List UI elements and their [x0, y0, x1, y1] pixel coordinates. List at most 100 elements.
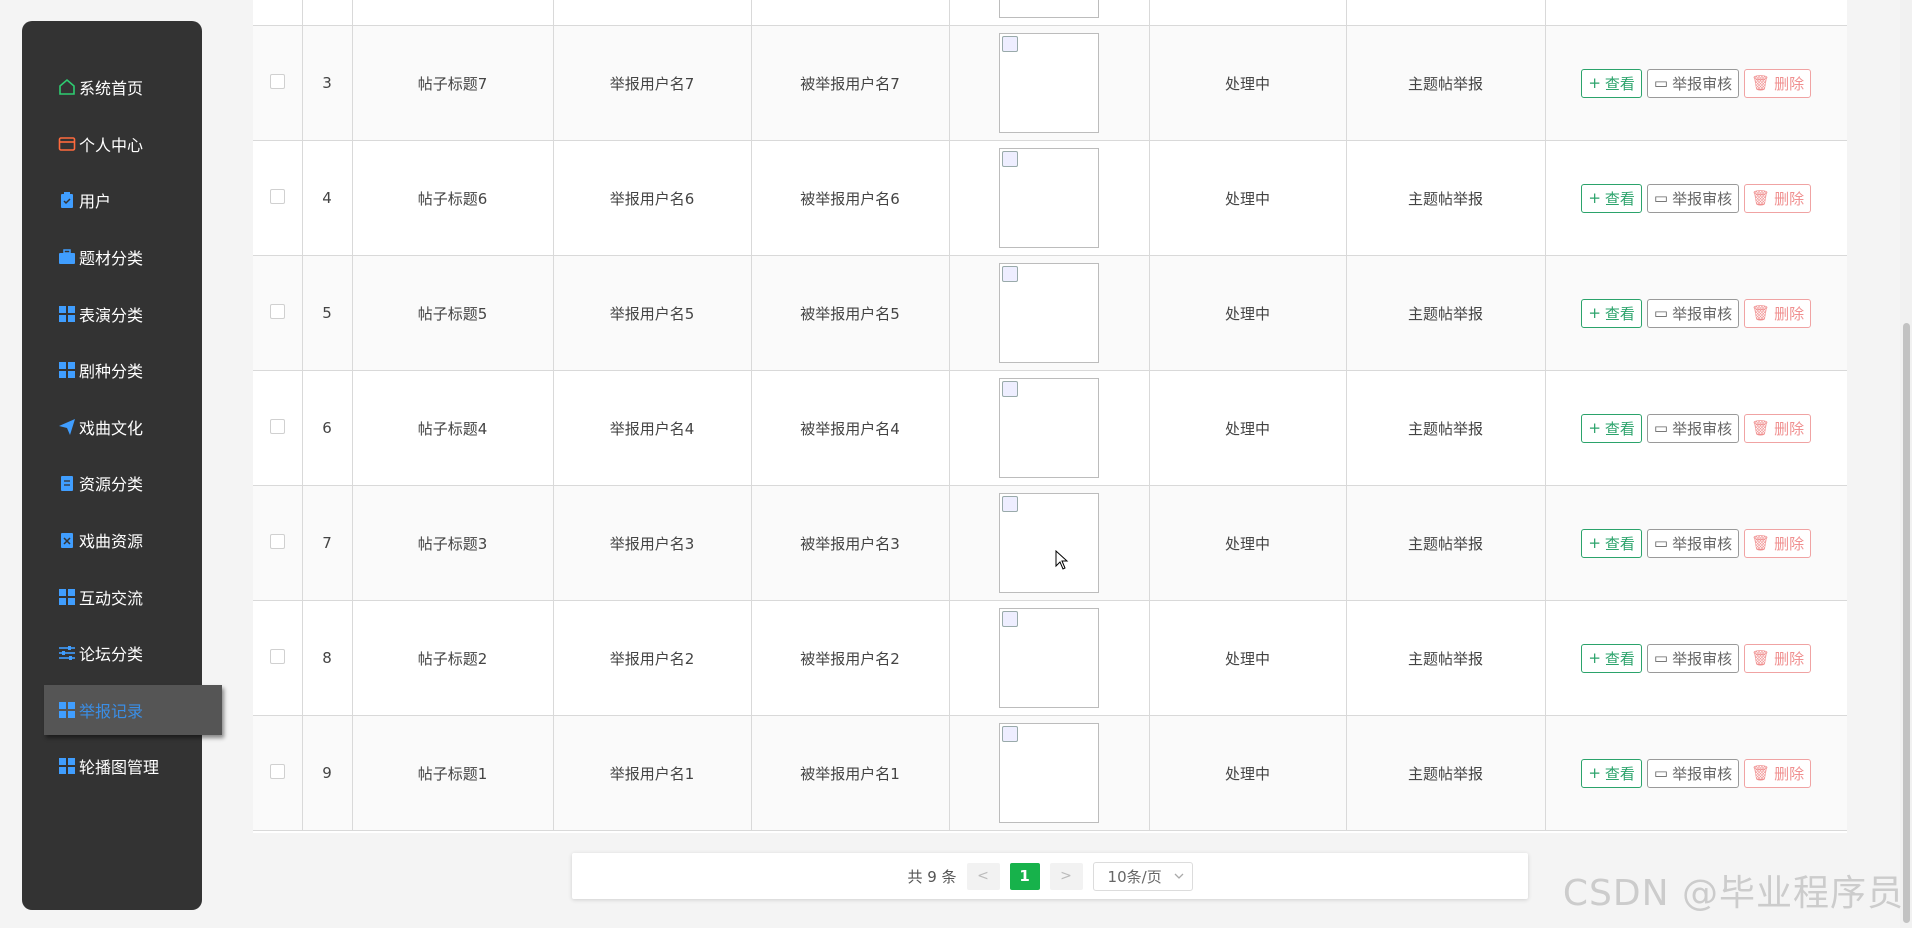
page-scrollbar[interactable]: [1900, 0, 1912, 928]
audit-button[interactable]: ▭ 举报审核: [1646, 68, 1740, 98]
document-icon: [57, 473, 77, 493]
status-cell: 处理中: [1148, 715, 1346, 831]
briefcase-icon: [57, 247, 77, 267]
broken-image-icon: [1002, 36, 1018, 52]
table-row[interactable]: 5 帖子标题5 举报用户名5 被举报用户名5 处理中 主题帖举报 + 查看 ▭ 举报…: [253, 255, 1847, 371]
send-icon: [57, 417, 77, 437]
delete-button[interactable]: 🗑 删除: [1744, 68, 1812, 98]
audit-button[interactable]: ▭ 举报审核: [1646, 528, 1740, 558]
table-row[interactable]: 8 帖子标题2 举报用户名2 被举报用户名2 处理中 主题帖举报 + 查看 ▭ 举报…: [253, 600, 1847, 716]
row-checkbox[interactable]: [269, 188, 285, 204]
sidebar-item-label: 论坛分类: [79, 645, 144, 665]
status-cell: 处理中: [1148, 140, 1346, 256]
sidebar-item-10[interactable]: 论坛分类: [22, 625, 202, 682]
row-checkbox[interactable]: [269, 763, 285, 779]
delete-button[interactable]: 🗑 删除: [1744, 528, 1812, 558]
table-row-partial: [253, 0, 1847, 26]
row-index: 8: [301, 600, 352, 716]
audit-button[interactable]: ▭ 举报审核: [1646, 413, 1740, 443]
scrollbar-thumb[interactable]: [1903, 323, 1910, 923]
reporter-cell: 举报用户名5: [552, 255, 751, 371]
comment-icon: ▭: [1653, 764, 1669, 782]
view-button[interactable]: + 查看: [1581, 413, 1642, 443]
row-checkbox[interactable]: [269, 648, 285, 664]
table-row[interactable]: 7 帖子标题3 举报用户名3 被举报用户名3 处理中 主题帖举报 + 查看 ▭ 举报…: [253, 485, 1847, 601]
sidebar-item-3[interactable]: 题材分类: [22, 229, 202, 286]
reporter-cell: 举报用户名7: [552, 25, 751, 141]
audit-button[interactable]: ▭ 举报审核: [1646, 298, 1740, 328]
sidebar-item-4[interactable]: 表演分类: [22, 285, 202, 342]
sidebar-item-label: 表演分类: [79, 305, 144, 325]
row-checkbox[interactable]: [269, 73, 285, 89]
view-button[interactable]: + 查看: [1581, 298, 1642, 328]
sidebar-item-11[interactable]: 举报记录: [44, 684, 222, 735]
audit-button[interactable]: ▭ 举报审核: [1646, 643, 1740, 673]
reported-user-cell: 被举报用户名2: [750, 600, 949, 716]
total-count: 共 9 条: [907, 867, 957, 886]
row-checkbox[interactable]: [269, 533, 285, 549]
sidebar-item-2[interactable]: 用户: [22, 172, 202, 229]
report-type-cell: 主题帖举报: [1345, 140, 1545, 256]
sidebar-item-5[interactable]: 剧种分类: [22, 342, 202, 399]
sidebar-item-6[interactable]: 戏曲文化: [22, 399, 202, 456]
row-index: 7: [301, 485, 352, 601]
table-row[interactable]: 9 帖子标题1 举报用户名1 被举报用户名1 处理中 主题帖举报 + 查看 ▭ 举报…: [253, 715, 1847, 831]
sidebar-item-label: 用户: [79, 192, 112, 212]
broken-image-icon: [1002, 151, 1018, 167]
row-checkbox[interactable]: [269, 418, 285, 434]
table-row[interactable]: 4 帖子标题6 举报用户名6 被举报用户名6 处理中 主题帖举报 + 查看 ▭ 举报…: [253, 140, 1847, 256]
report-type-cell: 主题帖举报: [1345, 485, 1545, 601]
sidebar-item-label: 互动交流: [79, 588, 144, 608]
trash-icon: 🗑: [1751, 764, 1771, 782]
delete-button[interactable]: 🗑 删除: [1744, 413, 1812, 443]
sidebar-item-7[interactable]: 资源分类: [22, 455, 202, 512]
reporter-cell: 举报用户名1: [552, 715, 751, 831]
view-button[interactable]: + 查看: [1581, 758, 1642, 788]
sidebar-item-9[interactable]: 互动交流: [22, 568, 202, 625]
prev-page-button[interactable]: <: [966, 862, 1000, 890]
chevron-down-icon: [1174, 873, 1184, 879]
plus-icon: +: [1588, 74, 1601, 92]
page-number-1[interactable]: 1: [1009, 862, 1040, 890]
view-button[interactable]: + 查看: [1581, 183, 1642, 213]
delete-button[interactable]: 🗑 删除: [1744, 298, 1812, 328]
report-type-cell: 主题帖举报: [1345, 600, 1545, 716]
grid-icon: [57, 360, 77, 380]
delete-button[interactable]: 🗑 删除: [1744, 183, 1812, 213]
audit-button[interactable]: ▭ 举报审核: [1646, 758, 1740, 788]
clipboard-icon: [57, 190, 77, 210]
page-size-select[interactable]: 10条/页: [1092, 861, 1193, 891]
comment-icon: ▭: [1653, 419, 1669, 437]
view-button[interactable]: + 查看: [1581, 528, 1642, 558]
close-doc-icon: [57, 530, 77, 550]
sidebar-item-8[interactable]: 戏曲资源: [22, 512, 202, 569]
comment-icon: ▭: [1653, 74, 1669, 92]
view-button[interactable]: + 查看: [1581, 68, 1642, 98]
reported-user-cell: 被举报用户名7: [750, 25, 949, 141]
trash-icon: 🗑: [1751, 74, 1771, 92]
audit-button[interactable]: ▭ 举报审核: [1646, 183, 1740, 213]
delete-button[interactable]: 🗑 删除: [1744, 758, 1812, 788]
sidebar-item-label: 轮播图管理: [79, 757, 160, 777]
status-cell: 处理中: [1148, 600, 1346, 716]
report-table: 3 帖子标题7 举报用户名7 被举报用户名7 处理中 主题帖举报 + 查看 ▭ 举报…: [253, 0, 1847, 831]
next-page-button[interactable]: >: [1049, 862, 1083, 890]
post-title-cell: 帖子标题7: [351, 25, 553, 141]
table-row[interactable]: 6 帖子标题4 举报用户名4 被举报用户名4 处理中 主题帖举报 + 查看 ▭ 举报…: [253, 370, 1847, 486]
sidebar-item-label: 个人中心: [79, 135, 144, 155]
sidebar-item-0[interactable]: 系统首页: [22, 59, 202, 116]
sidebar-item-label: 戏曲资源: [79, 532, 144, 552]
broken-image-icon: [1002, 496, 1018, 512]
broken-image-icon: [1002, 266, 1018, 282]
sidebar-item-12[interactable]: 轮播图管理: [22, 738, 202, 795]
row-checkbox[interactable]: [269, 303, 285, 319]
reported-user-cell: 被举报用户名6: [750, 140, 949, 256]
post-title-cell: 帖子标题5: [351, 255, 553, 371]
reporter-cell: 举报用户名2: [552, 600, 751, 716]
post-image-placeholder: [999, 608, 1099, 708]
mouse-cursor-icon: [1055, 550, 1069, 570]
sidebar-item-1[interactable]: 个人中心: [22, 116, 202, 173]
view-button[interactable]: + 查看: [1581, 643, 1642, 673]
delete-button[interactable]: 🗑 删除: [1744, 643, 1812, 673]
table-row[interactable]: 3 帖子标题7 举报用户名7 被举报用户名7 处理中 主题帖举报 + 查看 ▭ 举报…: [253, 25, 1847, 141]
